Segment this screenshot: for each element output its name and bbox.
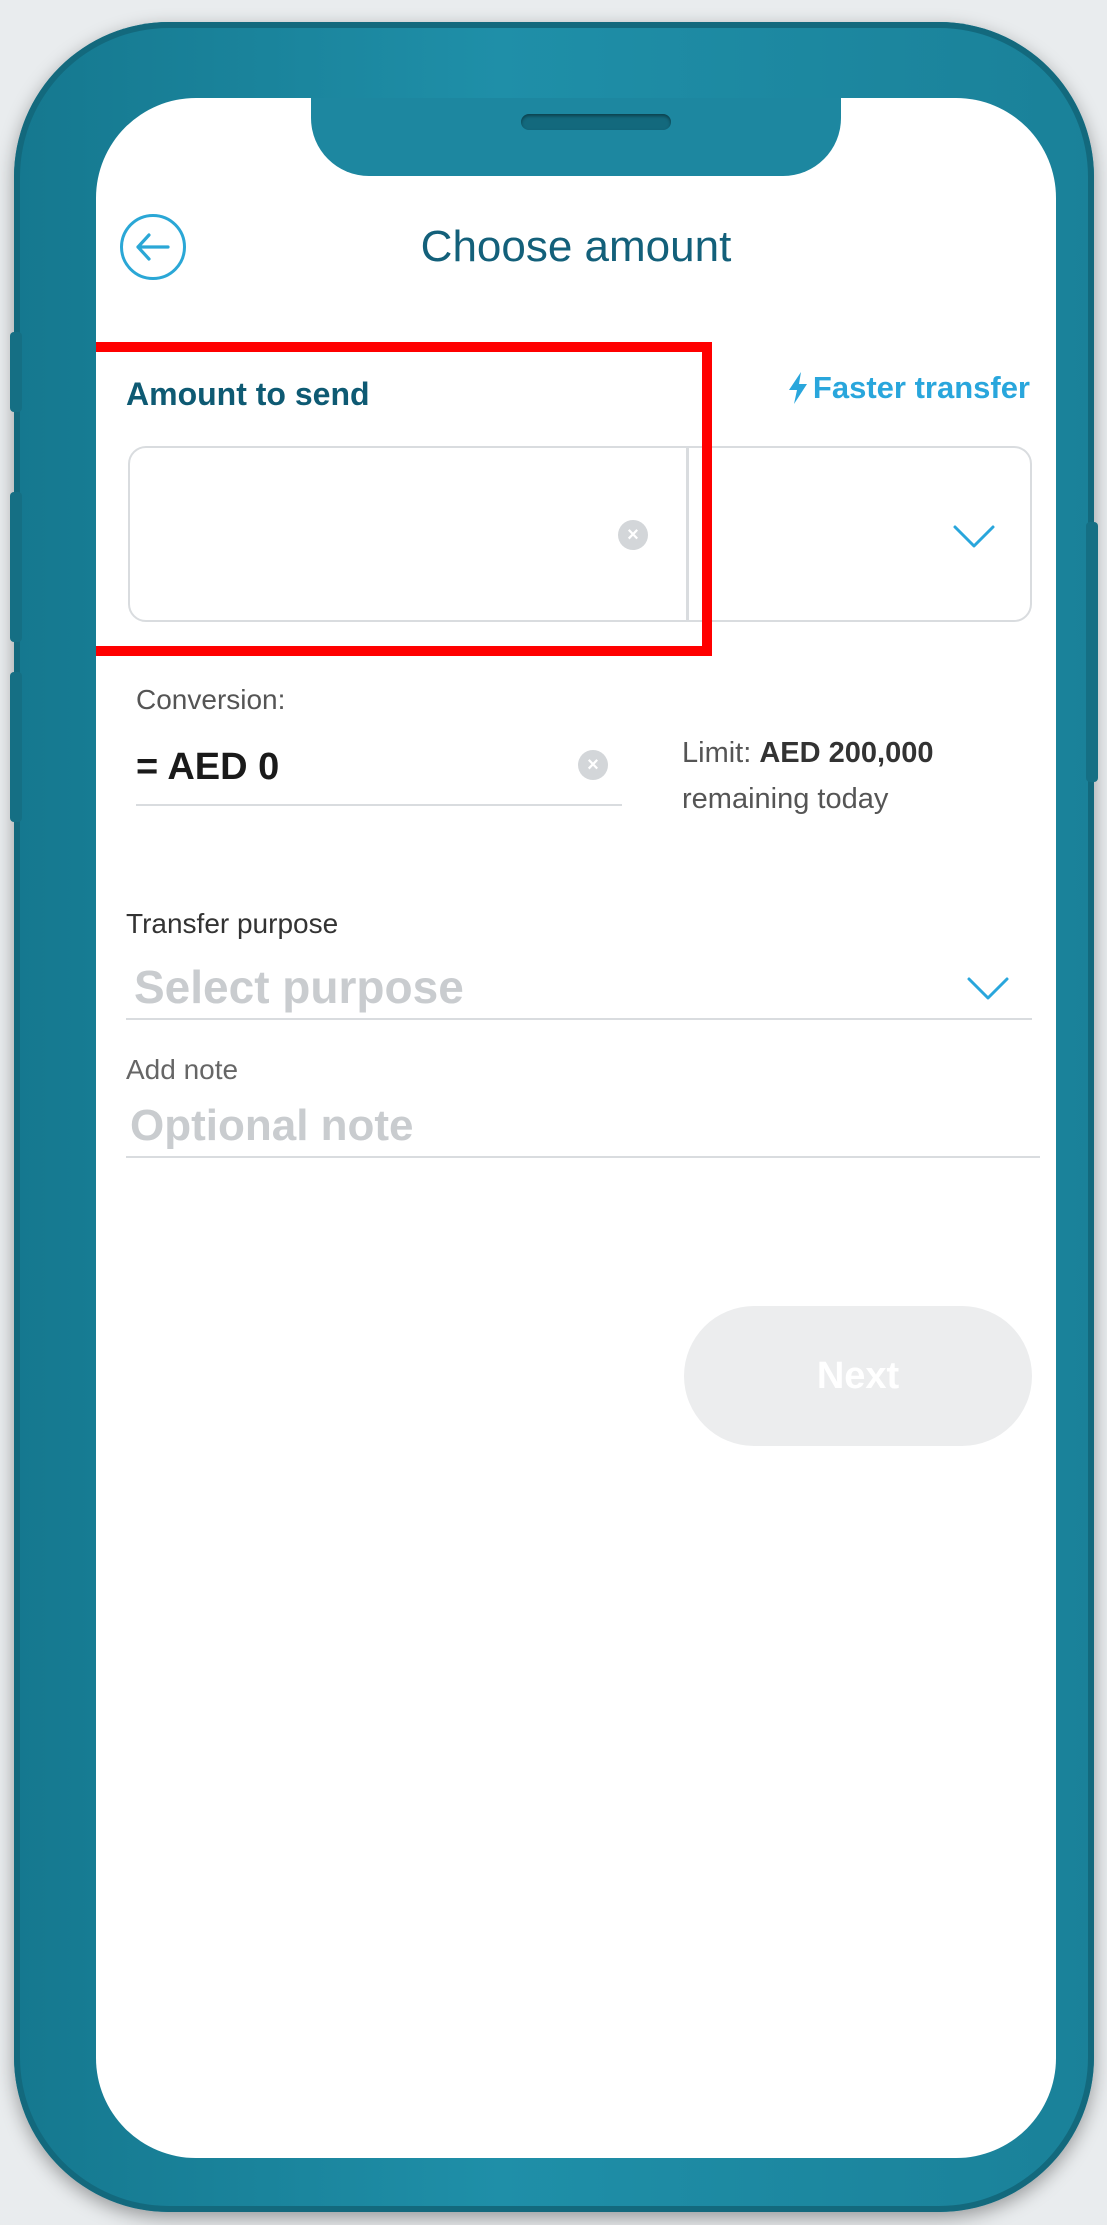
transfer-purpose-select[interactable]: Select purpose — [134, 960, 464, 1014]
limit-prefix: Limit: — [682, 737, 752, 769]
app-screen: Choose amount Amount to send Faster tran… — [96, 98, 1056, 2158]
lightning-icon — [788, 372, 807, 404]
faster-transfer-label: Faster transfer — [812, 370, 1030, 405]
transfer-purpose-label: Transfer purpose — [126, 908, 339, 939]
page-title: Choose amount — [420, 222, 732, 271]
chevron-down-icon — [953, 525, 995, 548]
limit-amount: AED 200,000 — [759, 737, 934, 769]
conversion-value: = AED 0 — [136, 746, 280, 788]
chevron-down-icon[interactable] — [966, 976, 1010, 1002]
volume-up-button — [10, 492, 22, 642]
purpose-underline — [126, 1018, 1032, 1020]
currency-select[interactable] — [689, 448, 1030, 620]
limit-suffix: remaining today — [682, 783, 889, 815]
phone-frame: Choose amount Amount to send Faster tran… — [10, 22, 1098, 2212]
conversion-underline — [136, 804, 622, 806]
note-input[interactable] — [126, 1096, 1040, 1158]
note-label: Add note — [126, 1054, 239, 1085]
notch — [311, 98, 841, 176]
limit-info: Limit: AED 200,000 remaining today — [682, 730, 933, 822]
mute-switch — [10, 332, 22, 412]
volume-down-button — [10, 672, 22, 822]
speaker-grille — [521, 114, 671, 130]
next-button[interactable]: Next — [684, 1306, 1032, 1446]
faster-transfer-link[interactable]: Faster transfer — [787, 370, 1030, 406]
power-button — [1086, 522, 1098, 782]
conversion-label: Conversion: — [136, 684, 286, 715]
highlight-box — [96, 342, 712, 656]
clear-conversion-icon[interactable]: × — [578, 750, 608, 780]
